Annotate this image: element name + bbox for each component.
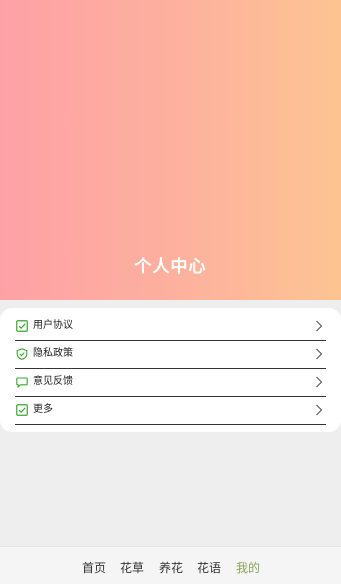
checkbox-icon	[16, 404, 28, 416]
menu-item-label: 用户协议	[33, 320, 73, 331]
message-icon	[16, 377, 28, 388]
menu-item-user-agreement[interactable]: 用户协议	[15, 314, 326, 341]
chevron-right-icon	[316, 320, 323, 332]
chevron-right-icon	[316, 404, 323, 416]
menu-item-feedback[interactable]: 意见反馈	[15, 370, 326, 397]
chevron-right-icon	[316, 376, 323, 388]
bottom-tab-bar: 首页 花草 养花 花语 我的	[0, 546, 341, 584]
menu-item-label: 更多	[33, 404, 53, 415]
checkbox-icon	[16, 320, 28, 332]
tab-flower-care[interactable]: 养花	[159, 560, 183, 576]
profile-header: 个人中心	[0, 0, 341, 300]
tab-profile[interactable]: 我的	[236, 560, 260, 576]
menu-item-label: 意见反馈	[33, 376, 73, 387]
page-title: 个人中心	[134, 257, 207, 277]
chevron-right-icon	[316, 348, 323, 360]
tab-flowers[interactable]: 花草	[120, 560, 144, 576]
settings-menu-card: 用户协议 隐私政策 意见反馈 更多	[0, 308, 341, 432]
menu-item-label: 隐私政策	[33, 348, 73, 359]
tab-flower-language[interactable]: 花语	[197, 560, 221, 576]
menu-item-privacy-policy[interactable]: 隐私政策	[15, 342, 326, 369]
tab-home[interactable]: 首页	[82, 560, 106, 576]
menu-item-more[interactable]: 更多	[15, 398, 326, 425]
shield-check-icon	[16, 348, 28, 360]
